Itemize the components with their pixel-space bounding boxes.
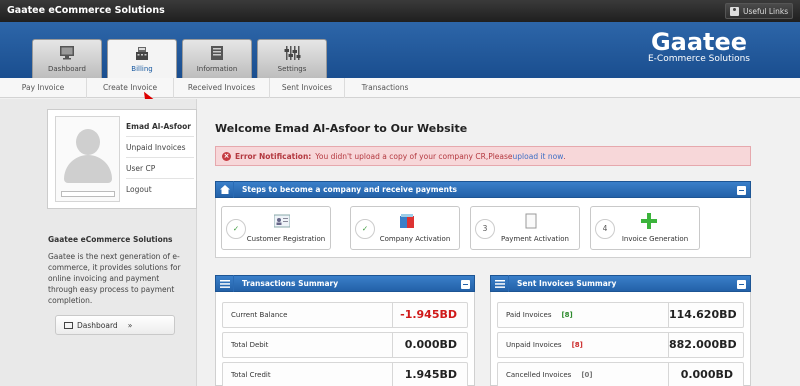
step-label: Customer Registration: [246, 235, 326, 243]
profile-link-logout[interactable]: Logout: [126, 179, 194, 200]
subnav-sent-invoices[interactable]: Sent Invoices: [270, 78, 345, 98]
transactions-panel-title: Transactions Summary: [242, 279, 339, 288]
subnav-create-invoice[interactable]: Create Invoice: [87, 78, 174, 98]
subnav-pay-invoice[interactable]: Pay Invoice: [0, 78, 87, 98]
sent-row-unpaid[interactable]: Unpaid Invoices [8] 882.000BD: [497, 332, 744, 358]
row-value: 0.000BD: [668, 363, 743, 386]
shield-icon: [400, 214, 414, 228]
tab-information[interactable]: Information: [182, 39, 252, 78]
sent-row-cancelled[interactable]: Cancelled Invoices [0] 0.000BD: [497, 362, 744, 386]
step-company-activation[interactable]: ✓ Company Activation: [350, 206, 460, 250]
blank-page-icon: [525, 213, 537, 229]
steps-panel-header: Steps to become a company and receive pa…: [215, 181, 751, 198]
tab-label: Settings: [277, 65, 307, 73]
row-count: [0]: [581, 371, 593, 379]
row-value: 0.000BD: [392, 333, 467, 357]
id-card-icon: [274, 214, 290, 228]
avatar-body: [64, 155, 112, 183]
about-text: Gaatee is the next generation of e-comme…: [48, 252, 181, 305]
step-label: Invoice Generation: [621, 235, 689, 243]
sliders-icon: [284, 46, 301, 60]
avatar-progress: [61, 191, 115, 197]
tab-label: Dashboard: [48, 65, 86, 73]
monitor-icon: [60, 46, 74, 60]
error-message: You didn't upload a copy of your company…: [315, 151, 513, 161]
row-value: 1.945BD: [392, 363, 467, 386]
step-payment-activation[interactable]: 3 Payment Activation: [470, 206, 580, 250]
left-sidebar: Emad Al-Asfoor Unpaid Invoices User CP L…: [0, 99, 197, 386]
avatar: [55, 116, 120, 202]
sent-row-paid[interactable]: Paid Invoices [8] 114.620BD: [497, 302, 744, 328]
sent-invoices-panel-header: Sent Invoices Summary: [490, 275, 751, 292]
sidebar-dashboard-button[interactable]: Dashboard »: [55, 315, 175, 335]
useful-links-label: Useful Links: [743, 6, 789, 16]
row-label: Paid Invoices: [506, 311, 552, 319]
row-label: Cancelled Invoices: [506, 371, 572, 379]
sent-invoices-panel-body: Paid Invoices [8] 114.620BD Unpaid Invoi…: [490, 292, 751, 386]
monitor-icon: [64, 321, 73, 329]
sidebar-dashboard-label: Dashboard: [77, 320, 118, 330]
minimize-icon[interactable]: [461, 280, 470, 289]
logo-main: Gaatee: [650, 28, 748, 56]
about-title: Gaatee eCommerce Solutions: [48, 235, 173, 244]
row-value: 114.620BD: [668, 303, 743, 327]
main-header: Dashboard Billing Information Settings G…: [0, 22, 800, 79]
step-invoice-generation[interactable]: 4 Invoice Generation: [590, 206, 700, 250]
tab-dashboard[interactable]: Dashboard: [32, 39, 102, 78]
row-value: -1.945BD: [392, 303, 467, 327]
tab-settings[interactable]: Settings: [257, 39, 327, 78]
list-icon: [216, 275, 234, 292]
tab-label: Information: [196, 65, 238, 73]
error-notification: × Error Notification: You didn't upload …: [215, 146, 751, 166]
profile-menu: Emad Al-Asfoor Unpaid Invoices User CP L…: [126, 116, 194, 200]
top-bar: Gaatee eCommerce Solutions Useful Links: [0, 0, 800, 22]
gaatee-logo: Gaatee E-Commerce Solutions: [648, 30, 750, 64]
transactions-panel-header: Transactions Summary: [215, 275, 475, 292]
profile-link-user-cp[interactable]: User CP: [126, 158, 194, 179]
error-icon: ×: [222, 151, 231, 161]
subnav-received-invoices[interactable]: Received Invoices: [174, 78, 270, 98]
steps-panel-title: Steps to become a company and receive pa…: [242, 185, 458, 194]
row-value: 882.000BD: [668, 333, 743, 357]
error-end: .: [563, 151, 566, 161]
avatar-head: [76, 129, 100, 155]
minimize-icon[interactable]: [737, 186, 746, 195]
brand-title: Gaatee eCommerce Solutions: [7, 5, 165, 16]
tab-label: Billing: [131, 65, 153, 73]
row-count: [8]: [571, 341, 583, 349]
transaction-row-total-credit: Total Credit 1.945BD: [222, 362, 468, 386]
row-label: Total Debit: [231, 341, 269, 349]
transactions-panel-body: Current Balance -1.945BD Total Debit 0.0…: [215, 292, 475, 386]
logo-subtitle: E-Commerce Solutions: [648, 54, 750, 64]
profile-link-unpaid-invoices[interactable]: Unpaid Invoices: [126, 137, 194, 158]
profile-card: Emad Al-Asfoor Unpaid Invoices User CP L…: [47, 109, 197, 209]
error-title: Error Notification:: [235, 151, 312, 161]
cash-register-icon: [136, 47, 148, 60]
row-label: Total Credit: [231, 371, 271, 379]
transaction-row-current-balance: Current Balance -1.945BD: [222, 302, 468, 328]
step-label: Payment Activation: [501, 235, 569, 243]
row-label: Unpaid Invoices: [506, 341, 562, 349]
home-icon: [216, 181, 234, 198]
minimize-icon[interactable]: [737, 280, 746, 289]
sent-invoices-panel-title: Sent Invoices Summary: [517, 279, 617, 288]
chevron-right-icon: »: [127, 320, 133, 330]
list-icon: [491, 275, 509, 292]
steps-panel-body: ✓ Customer Registration ✓ Company Activa…: [215, 198, 751, 258]
upload-now-link[interactable]: upload it now: [513, 152, 564, 161]
useful-links-button[interactable]: Useful Links: [725, 3, 793, 19]
profile-name: Emad Al-Asfoor: [126, 116, 194, 137]
step-label: Company Activation: [379, 235, 451, 243]
user-icon: [730, 6, 739, 16]
welcome-heading: Welcome Emad Al-Asfoor to Our Website: [215, 122, 468, 135]
transaction-row-total-debit: Total Debit 0.000BD: [222, 332, 468, 358]
subnav-transactions[interactable]: Transactions: [345, 78, 425, 98]
row-label: Current Balance: [231, 311, 288, 319]
document-icon: [211, 46, 223, 60]
row-count: [8]: [561, 311, 573, 319]
step-customer-registration[interactable]: ✓ Customer Registration: [221, 206, 331, 250]
billing-subnav: Pay Invoice Create Invoice Received Invo…: [0, 78, 800, 98]
tab-billing[interactable]: Billing: [107, 39, 177, 79]
plus-icon: [641, 213, 657, 229]
